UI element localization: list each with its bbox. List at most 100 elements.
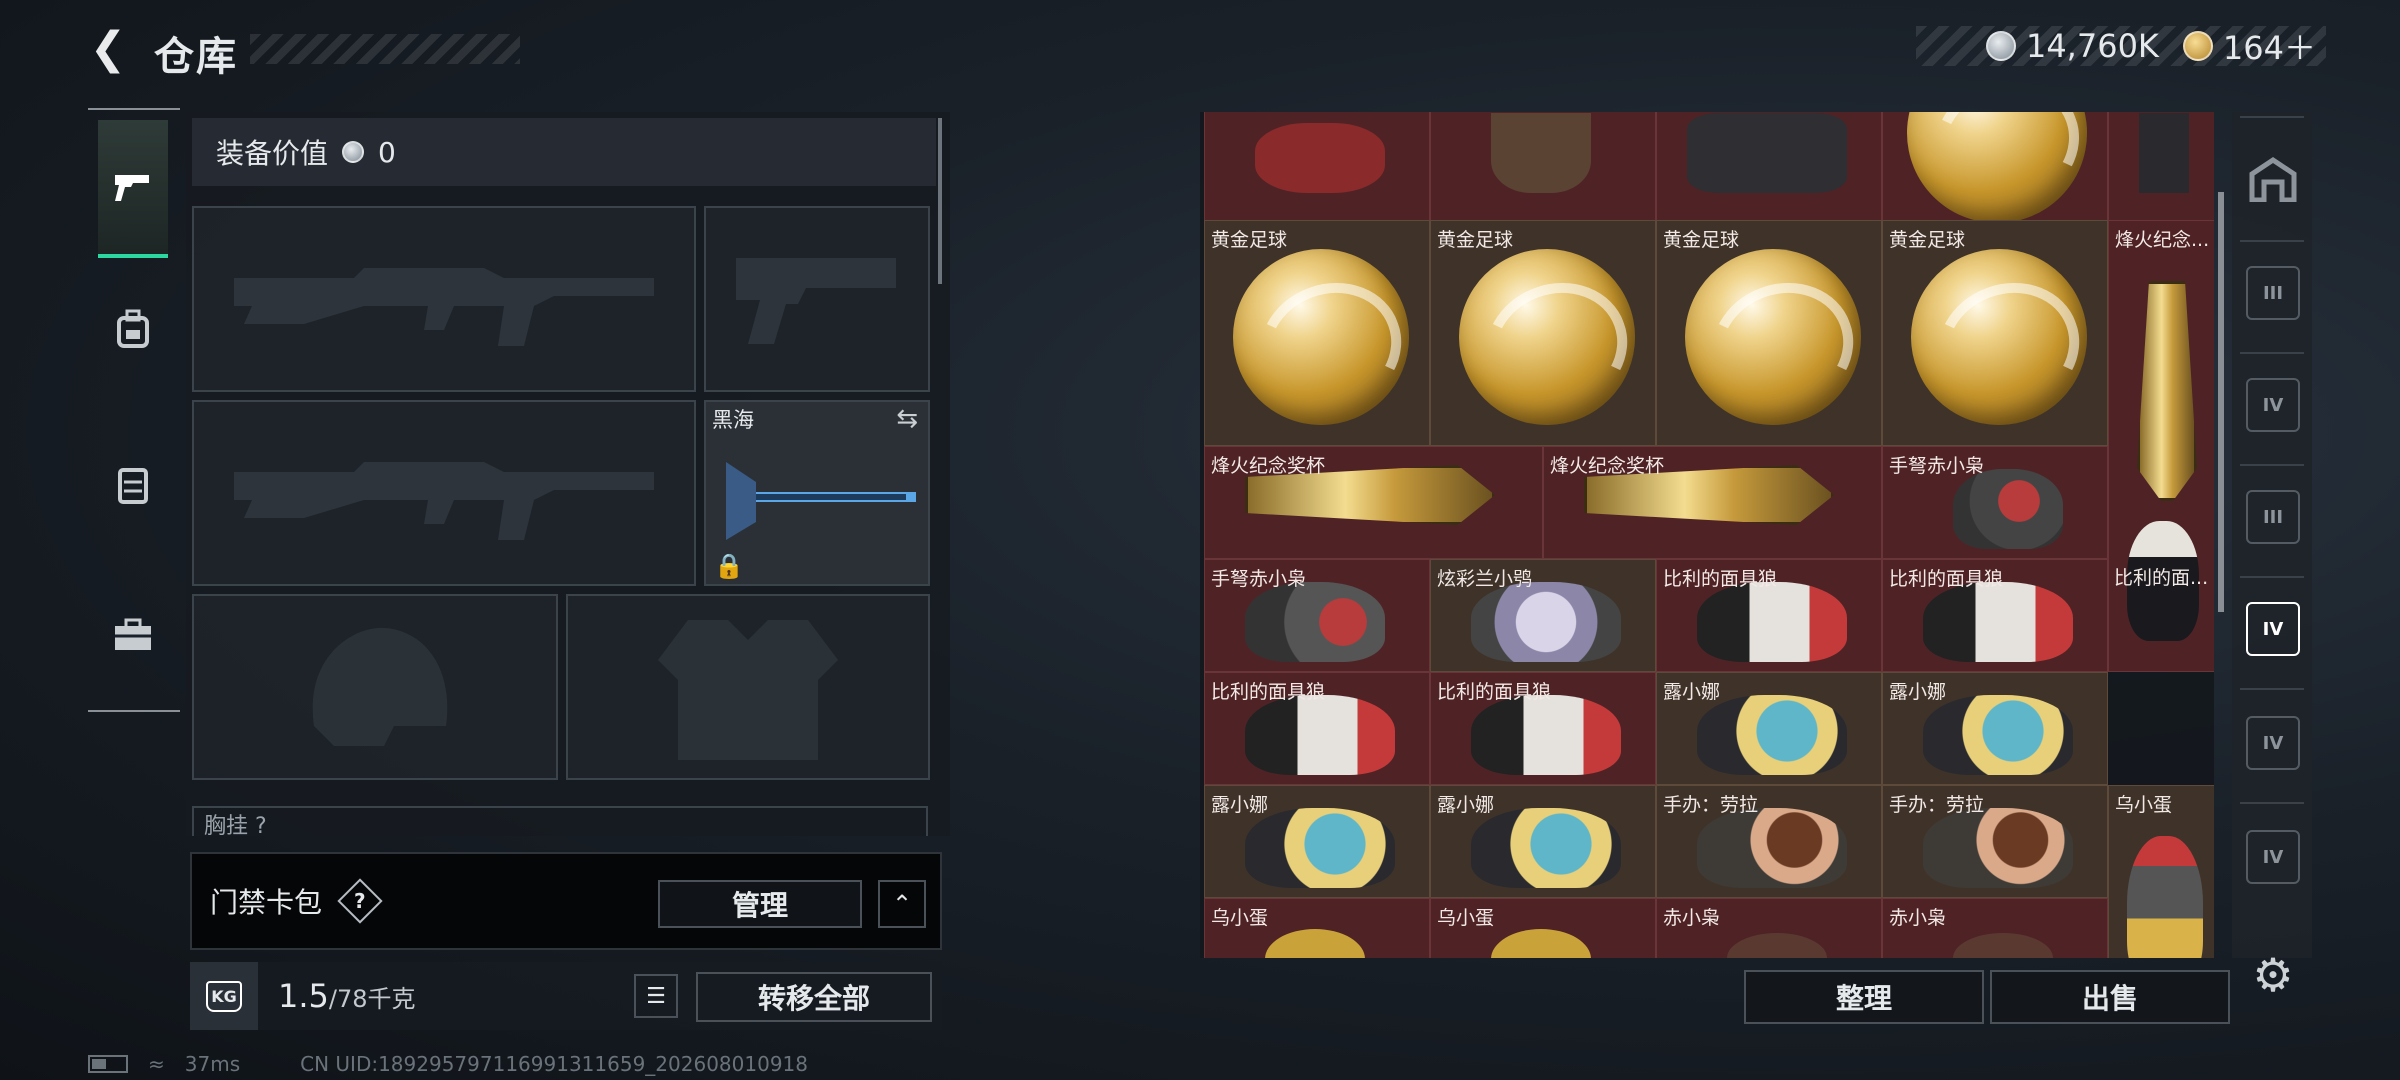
luna-doll-icon <box>1923 695 2073 775</box>
rail-divider <box>2240 352 2304 354</box>
golden-ball-icon <box>1459 249 1635 425</box>
stash-item[interactable]: 手弩赤小枭 <box>1204 559 1430 672</box>
stash-item[interactable]: 烽火纪念奖杯 <box>1204 446 1543 559</box>
stash-item[interactable]: 手办：劳拉 <box>1882 785 2108 898</box>
crossbow-owl-icon <box>1245 582 1385 662</box>
stash-scrollbar[interactable] <box>2218 192 2224 612</box>
lara-figure-icon <box>1697 808 1847 888</box>
stash-item[interactable]: 露小娜 <box>1656 672 1882 785</box>
tab-backpack[interactable] <box>98 294 168 364</box>
stash-item[interactable]: 赤小枭 <box>1656 898 1882 958</box>
sort-button[interactable]: 整理 <box>1744 970 1984 1024</box>
silver-coin-icon <box>1985 31 2016 61</box>
gold-coin-icon <box>2182 31 2213 61</box>
container-tab-6[interactable]: IV <box>2246 830 2300 884</box>
container-tab-3[interactable]: III <box>2246 490 2300 544</box>
sell-button[interactable]: 出售 <box>1990 970 2230 1024</box>
back-arrow-icon: ❮ <box>89 22 127 74</box>
pistol-icon <box>115 175 149 201</box>
stash-item[interactable]: 比利的面具狼 <box>1882 559 2108 672</box>
equipment-scrollbar[interactable] <box>938 118 942 284</box>
container-tab-active[interactable]: IV <box>2246 602 2300 656</box>
stash-item[interactable]: 赤小枭 <box>1882 898 2108 958</box>
crossbow-owl-icon <box>1953 469 2063 549</box>
container-tab-5[interactable]: IV <box>2246 716 2300 770</box>
melee-name: 黑海 <box>712 408 754 432</box>
stash-item[interactable]: 比利的面具狼 <box>1656 559 1882 672</box>
transfer-all-button[interactable]: 转移全部 <box>696 972 932 1022</box>
chest-rig-slot[interactable]: 胸挂 ? <box>192 806 928 836</box>
lock-icon: 🔒 <box>714 552 744 580</box>
stash-item[interactable]: 炫彩兰小鸮 <box>1430 559 1656 672</box>
stash-item[interactable]: 黄金足球 <box>1204 220 1430 446</box>
container-tab-1[interactable]: III <box>2246 266 2300 320</box>
rail-divider <box>2240 464 2304 466</box>
stash-item[interactable] <box>1656 112 1882 232</box>
stash-home-icon[interactable] <box>2246 152 2300 206</box>
help-button[interactable]: ? <box>337 878 383 924</box>
stash-item[interactable]: 手办：劳拉 <box>1656 785 1882 898</box>
gear-icon[interactable]: ⚙ <box>2248 948 2298 1002</box>
stash-item[interactable]: 露小娜 <box>1882 672 2108 785</box>
golden-ball-icon <box>1911 249 2087 425</box>
battery-icon <box>88 1055 128 1073</box>
billy-doll-icon <box>1923 582 2073 662</box>
armor-slot[interactable] <box>566 594 930 780</box>
stash-item[interactable]: 乌小蛋 <box>1430 898 1656 958</box>
weight-kg-icon: KG <box>190 962 258 1030</box>
stash-item[interactable] <box>1204 112 1430 232</box>
melee-slot[interactable]: 黑海 ⇆ 🔒 <box>704 400 930 586</box>
crow-egg-icon <box>1491 929 1591 958</box>
category-rail <box>88 108 180 712</box>
luna-doll-icon <box>1697 695 1847 775</box>
manage-button[interactable]: 管理 <box>658 880 862 928</box>
page-title: 仓库 <box>154 34 238 80</box>
equipment-panel: 装备价值 0 黑海 ⇆ 🔒 胸挂 ? <box>186 112 950 836</box>
wifi-icon: ≈ <box>148 1052 165 1076</box>
swap-icon[interactable]: ⇆ <box>896 404 918 434</box>
silver-coin-icon <box>342 141 365 163</box>
tab-case[interactable] <box>98 600 168 670</box>
stash-item[interactable] <box>1430 112 1656 232</box>
stash-item[interactable]: 烽火纪念奖杯 <box>1543 446 1882 559</box>
secondary-weapon-slot[interactable] <box>192 400 696 586</box>
title-decoration <box>250 34 520 64</box>
weight-max: /78千克 <box>328 984 416 1013</box>
crimson-owl-icon <box>1727 933 1827 958</box>
stash-item[interactable]: 露小娜 <box>1430 785 1656 898</box>
stash-item[interactable]: 黄金足球 <box>1656 220 1882 446</box>
tab-weapons[interactable] <box>98 120 168 258</box>
backpack-icon <box>117 309 149 348</box>
status-bar: ≈ 37ms CN UID:1892957971169913116​59_202… <box>88 1052 808 1076</box>
collapse-button[interactable]: ⌃ <box>878 880 926 928</box>
list-view-button[interactable]: ☰ <box>634 974 678 1018</box>
access-card-bag: 门禁卡包 ? 管理 ⌃ <box>190 852 942 950</box>
stash-panel: 黄金足球 黄金足球 黄金足球 黄金足球 烽火纪念... 烽火纪念奖杯 烽火纪念奖… <box>1200 112 2224 958</box>
rifle-silhouette-icon <box>234 268 654 346</box>
item-art <box>1491 113 1591 193</box>
helmet-slot[interactable] <box>192 594 558 780</box>
container-tab-2[interactable]: IV <box>2246 378 2300 432</box>
billy-doll-icon <box>1471 695 1621 775</box>
primary-weapon-slot[interactable] <box>192 206 696 392</box>
stash-item[interactable] <box>2108 112 2214 232</box>
tab-vest[interactable] <box>98 450 168 520</box>
equipment-value-label: 装备价值 <box>216 137 329 170</box>
stash-item[interactable]: 黄金足球 <box>1882 220 2108 446</box>
stash-item[interactable]: 手弩赤小枭 <box>1882 446 2108 559</box>
stash-item[interactable]: 乌小蛋 <box>1204 898 1430 958</box>
rail-divider <box>2240 116 2304 118</box>
stash-item[interactable]: 比利的面具狼 <box>1204 672 1430 785</box>
stash-item[interactable]: 乌小蛋 <box>2108 785 2214 958</box>
rail-divider <box>2240 802 2304 804</box>
back-button[interactable]: ❮ <box>86 23 130 74</box>
stash-item[interactable] <box>1882 112 2108 232</box>
pistol-silhouette-icon <box>736 258 896 344</box>
stash-item[interactable]: 比利的面具狼 <box>1430 672 1656 785</box>
pistol-slot[interactable] <box>704 206 930 392</box>
gold-amount[interactable]: 164＋ <box>2223 23 2316 69</box>
stash-item[interactable]: 比利的面... <box>2108 559 2214 785</box>
list-icon: ☰ <box>646 983 666 1009</box>
stash-item[interactable]: 黄金足球 <box>1430 220 1656 446</box>
stash-item[interactable]: 露小娜 <box>1204 785 1430 898</box>
